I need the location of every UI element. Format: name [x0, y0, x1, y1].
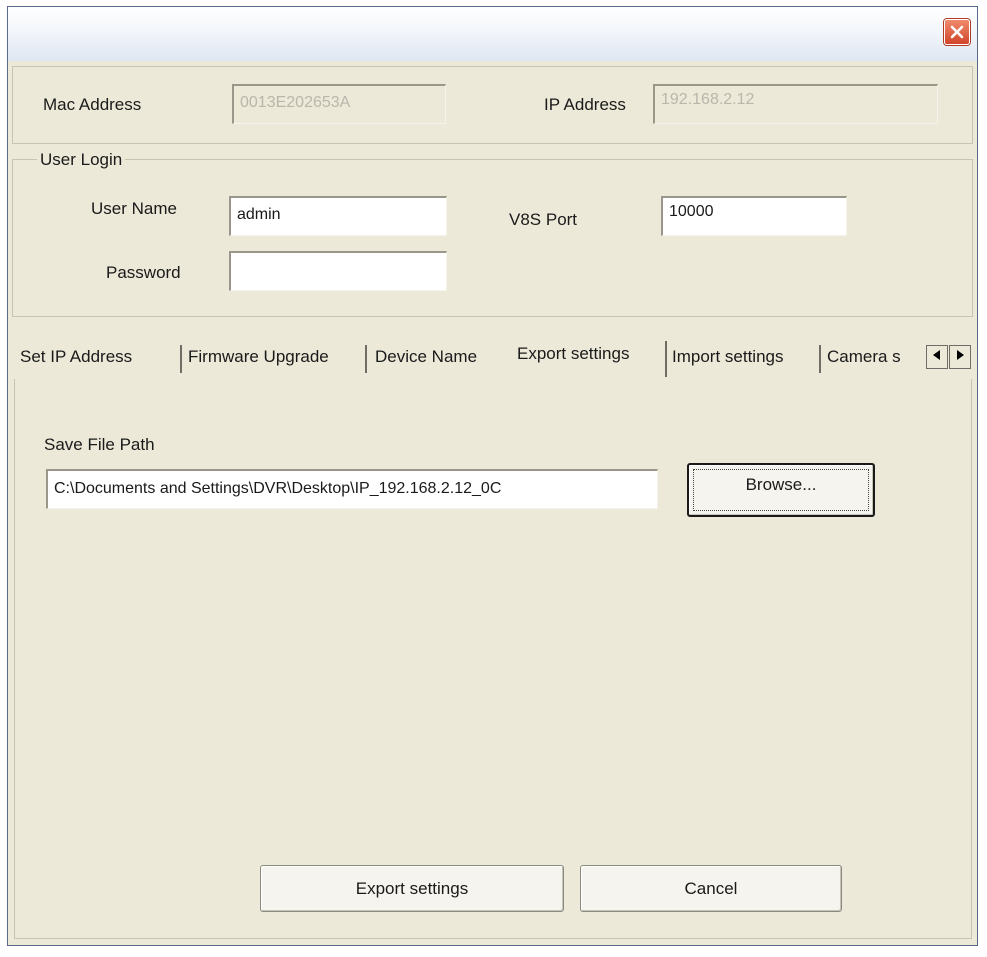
- tab-firmware-upgrade[interactable]: Firmware Upgrade: [188, 347, 329, 367]
- export-settings-button[interactable]: Export settings: [260, 865, 564, 912]
- tab-strip: Set IP Address Firmware Upgrade Device N…: [11, 337, 976, 381]
- mac-address-label: Mac Address: [43, 95, 142, 114]
- tab-separator: [180, 345, 182, 373]
- save-file-path-label: Save File Path: [44, 435, 155, 454]
- dialog-window: Mac Address 0013E202653A IP Address 192.…: [7, 6, 978, 946]
- save-file-path-input[interactable]: C:\Documents and Settings\DVR\Desktop\IP…: [46, 469, 658, 509]
- port-input[interactable]: 10000: [661, 196, 847, 236]
- ip-address-field: 192.168.2.12: [653, 84, 938, 124]
- tab-separator: [365, 345, 367, 373]
- tab-separator: [665, 341, 667, 377]
- user-login-group: [12, 159, 973, 317]
- tab-separator: [819, 345, 821, 373]
- tab-set-ip-address[interactable]: Set IP Address: [20, 347, 132, 367]
- username-input[interactable]: admin: [229, 196, 447, 236]
- browse-button-label: Browse...: [693, 469, 869, 511]
- tab-import-settings[interactable]: Import settings: [672, 347, 784, 367]
- browse-button[interactable]: Browse...: [687, 463, 875, 517]
- tab-scroll-left-button[interactable]: [926, 345, 948, 369]
- port-label: V8S Port: [509, 210, 578, 229]
- device-info-panel: Mac Address 0013E202653A IP Address 192.…: [12, 66, 973, 144]
- arrow-right-icon: [957, 350, 964, 360]
- tab-camera-settings[interactable]: Camera s: [827, 347, 923, 367]
- cancel-button[interactable]: Cancel: [580, 865, 842, 912]
- arrow-left-icon: [933, 350, 940, 360]
- mac-address-field: 0013E202653A: [232, 84, 446, 124]
- username-label: User Name: [91, 199, 177, 218]
- password-label: Password: [106, 263, 181, 282]
- password-input[interactable]: [229, 251, 447, 291]
- dialog-client-area: Mac Address 0013E202653A IP Address 192.…: [11, 63, 974, 941]
- tab-export-settings[interactable]: Export settings: [517, 344, 629, 364]
- close-icon: [950, 25, 964, 39]
- close-button[interactable]: [944, 19, 970, 45]
- title-bar[interactable]: [8, 7, 977, 61]
- ip-address-label: IP Address: [544, 95, 626, 114]
- tab-device-name[interactable]: Device Name: [375, 347, 477, 367]
- user-login-title: User Login: [37, 150, 126, 170]
- tab-scroll-right-button[interactable]: [949, 345, 971, 369]
